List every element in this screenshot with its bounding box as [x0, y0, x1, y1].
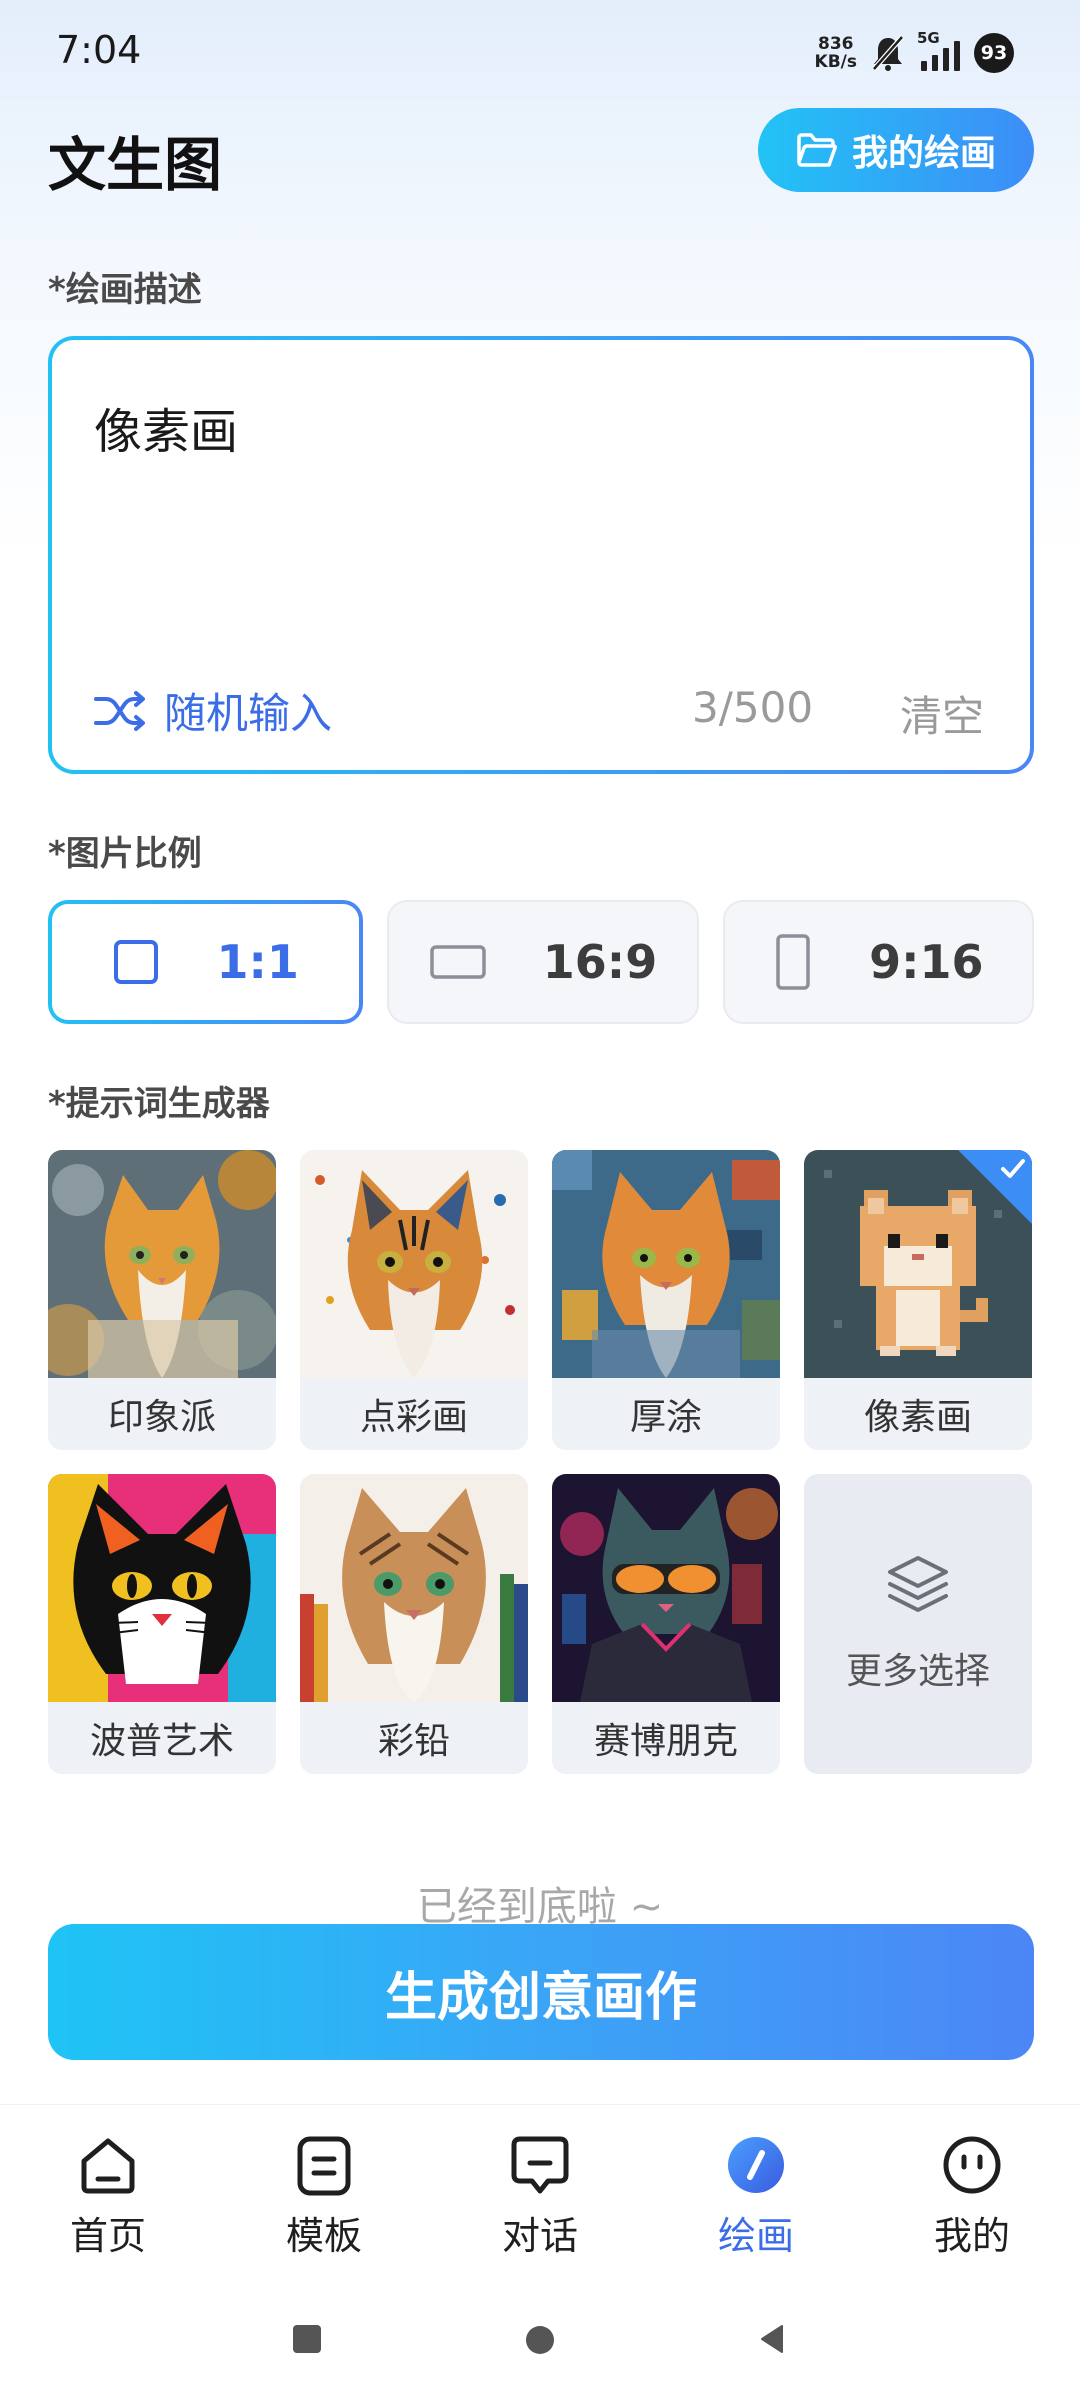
back-icon[interactable]: [758, 2324, 788, 2354]
square-ratio-icon: [114, 940, 159, 984]
layers-icon: [888, 1556, 948, 1612]
battery-icon: 93: [974, 33, 1014, 73]
profile-icon: [943, 2136, 1001, 2194]
home-icon: [81, 2138, 135, 2194]
style-card-pointillism[interactable]: 点彩画: [300, 1150, 528, 1450]
ratio-options: 1:1 16:9 9:16: [48, 900, 1034, 1024]
style-section-label: *提示词生成器: [48, 1084, 270, 1124]
ratio-option-16-9[interactable]: 16:9: [387, 900, 699, 1024]
style-label: 彩铅: [300, 1702, 528, 1774]
prompt-input[interactable]: 像素画 随机输入 3/500 清空: [48, 336, 1034, 774]
style-label: 赛博朋克: [552, 1702, 780, 1774]
check-icon: [1001, 1159, 1025, 1178]
style-label: 点彩画: [300, 1378, 528, 1450]
style-label: 印象派: [48, 1378, 276, 1450]
style-label: 厚涂: [552, 1378, 780, 1450]
bottom-nav: 首页 模板 对话 绘画 我的: [0, 2104, 1080, 2278]
network-speed: 836 KB/s: [814, 34, 857, 72]
style-card-impressionism[interactable]: 印象派: [48, 1150, 276, 1450]
style-card-impasto[interactable]: 厚涂: [552, 1150, 780, 1450]
impressionism-cat-image: [48, 1150, 276, 1378]
bell-muted-icon: [872, 35, 904, 71]
more-styles-button[interactable]: 更多选择: [804, 1474, 1032, 1774]
style-card-colored-pencil[interactable]: 彩铅: [300, 1474, 528, 1774]
portrait-ratio-icon: [776, 934, 810, 990]
more-styles-label: 更多选择: [845, 1651, 990, 1692]
pointillism-cat-image: [300, 1150, 528, 1378]
home-circle-icon[interactable]: [524, 2324, 556, 2356]
my-drawings-button[interactable]: 我的绘画: [758, 108, 1034, 192]
style-label: 波普艺术: [48, 1702, 276, 1774]
generate-button[interactable]: 生成创意画作: [48, 1924, 1034, 2060]
ratio-section-label: *图片比例: [48, 834, 202, 874]
prompt-text: 像素画: [94, 404, 239, 460]
nav-item-paint[interactable]: 绘画: [648, 2105, 864, 2278]
folder-icon: [797, 133, 837, 167]
impasto-cat-image: [552, 1150, 780, 1378]
ratio-option-1-1[interactable]: 1:1: [48, 900, 363, 1024]
cyberpunk-cat-image: [552, 1474, 780, 1702]
system-nav-bar: [0, 2278, 1080, 2400]
colored-pencil-cat-image: [300, 1474, 528, 1702]
status-bar: 7:04 836 KB/s 5G 93: [0, 0, 1080, 105]
landscape-ratio-icon: [430, 945, 486, 979]
random-input-button[interactable]: 随机输入: [94, 680, 332, 741]
status-time: 7:04: [56, 28, 142, 72]
style-card-cyberpunk[interactable]: 赛博朋克: [552, 1474, 780, 1774]
recent-apps-icon[interactable]: [292, 2324, 322, 2354]
pop-art-cat-image: [48, 1474, 276, 1702]
prompt-section-label: *绘画描述: [48, 270, 202, 310]
style-card-pixel-art[interactable]: 像素画: [804, 1150, 1032, 1450]
shuffle-icon: [94, 690, 145, 731]
nav-item-chat[interactable]: 对话: [432, 2105, 648, 2278]
ratio-option-9-16[interactable]: 9:16: [722, 900, 1034, 1024]
style-card-pop-art[interactable]: 波普艺术: [48, 1474, 276, 1774]
nav-item-profile[interactable]: 我的: [864, 2105, 1080, 2278]
style-label: 像素画: [804, 1378, 1032, 1450]
template-icon: [297, 2136, 351, 2196]
char-count: 3/500: [692, 683, 814, 732]
paint-icon: [728, 2137, 784, 2193]
clear-button[interactable]: 清空: [900, 683, 984, 744]
status-icons: 836 KB/s 5G 93: [814, 29, 1014, 76]
nav-item-home[interactable]: 首页: [0, 2105, 216, 2278]
nav-item-templates[interactable]: 模板: [216, 2105, 432, 2278]
chat-icon: [511, 2136, 569, 2194]
signal-icon: 5G: [917, 29, 960, 71]
page-title: 文生图: [48, 131, 223, 199]
